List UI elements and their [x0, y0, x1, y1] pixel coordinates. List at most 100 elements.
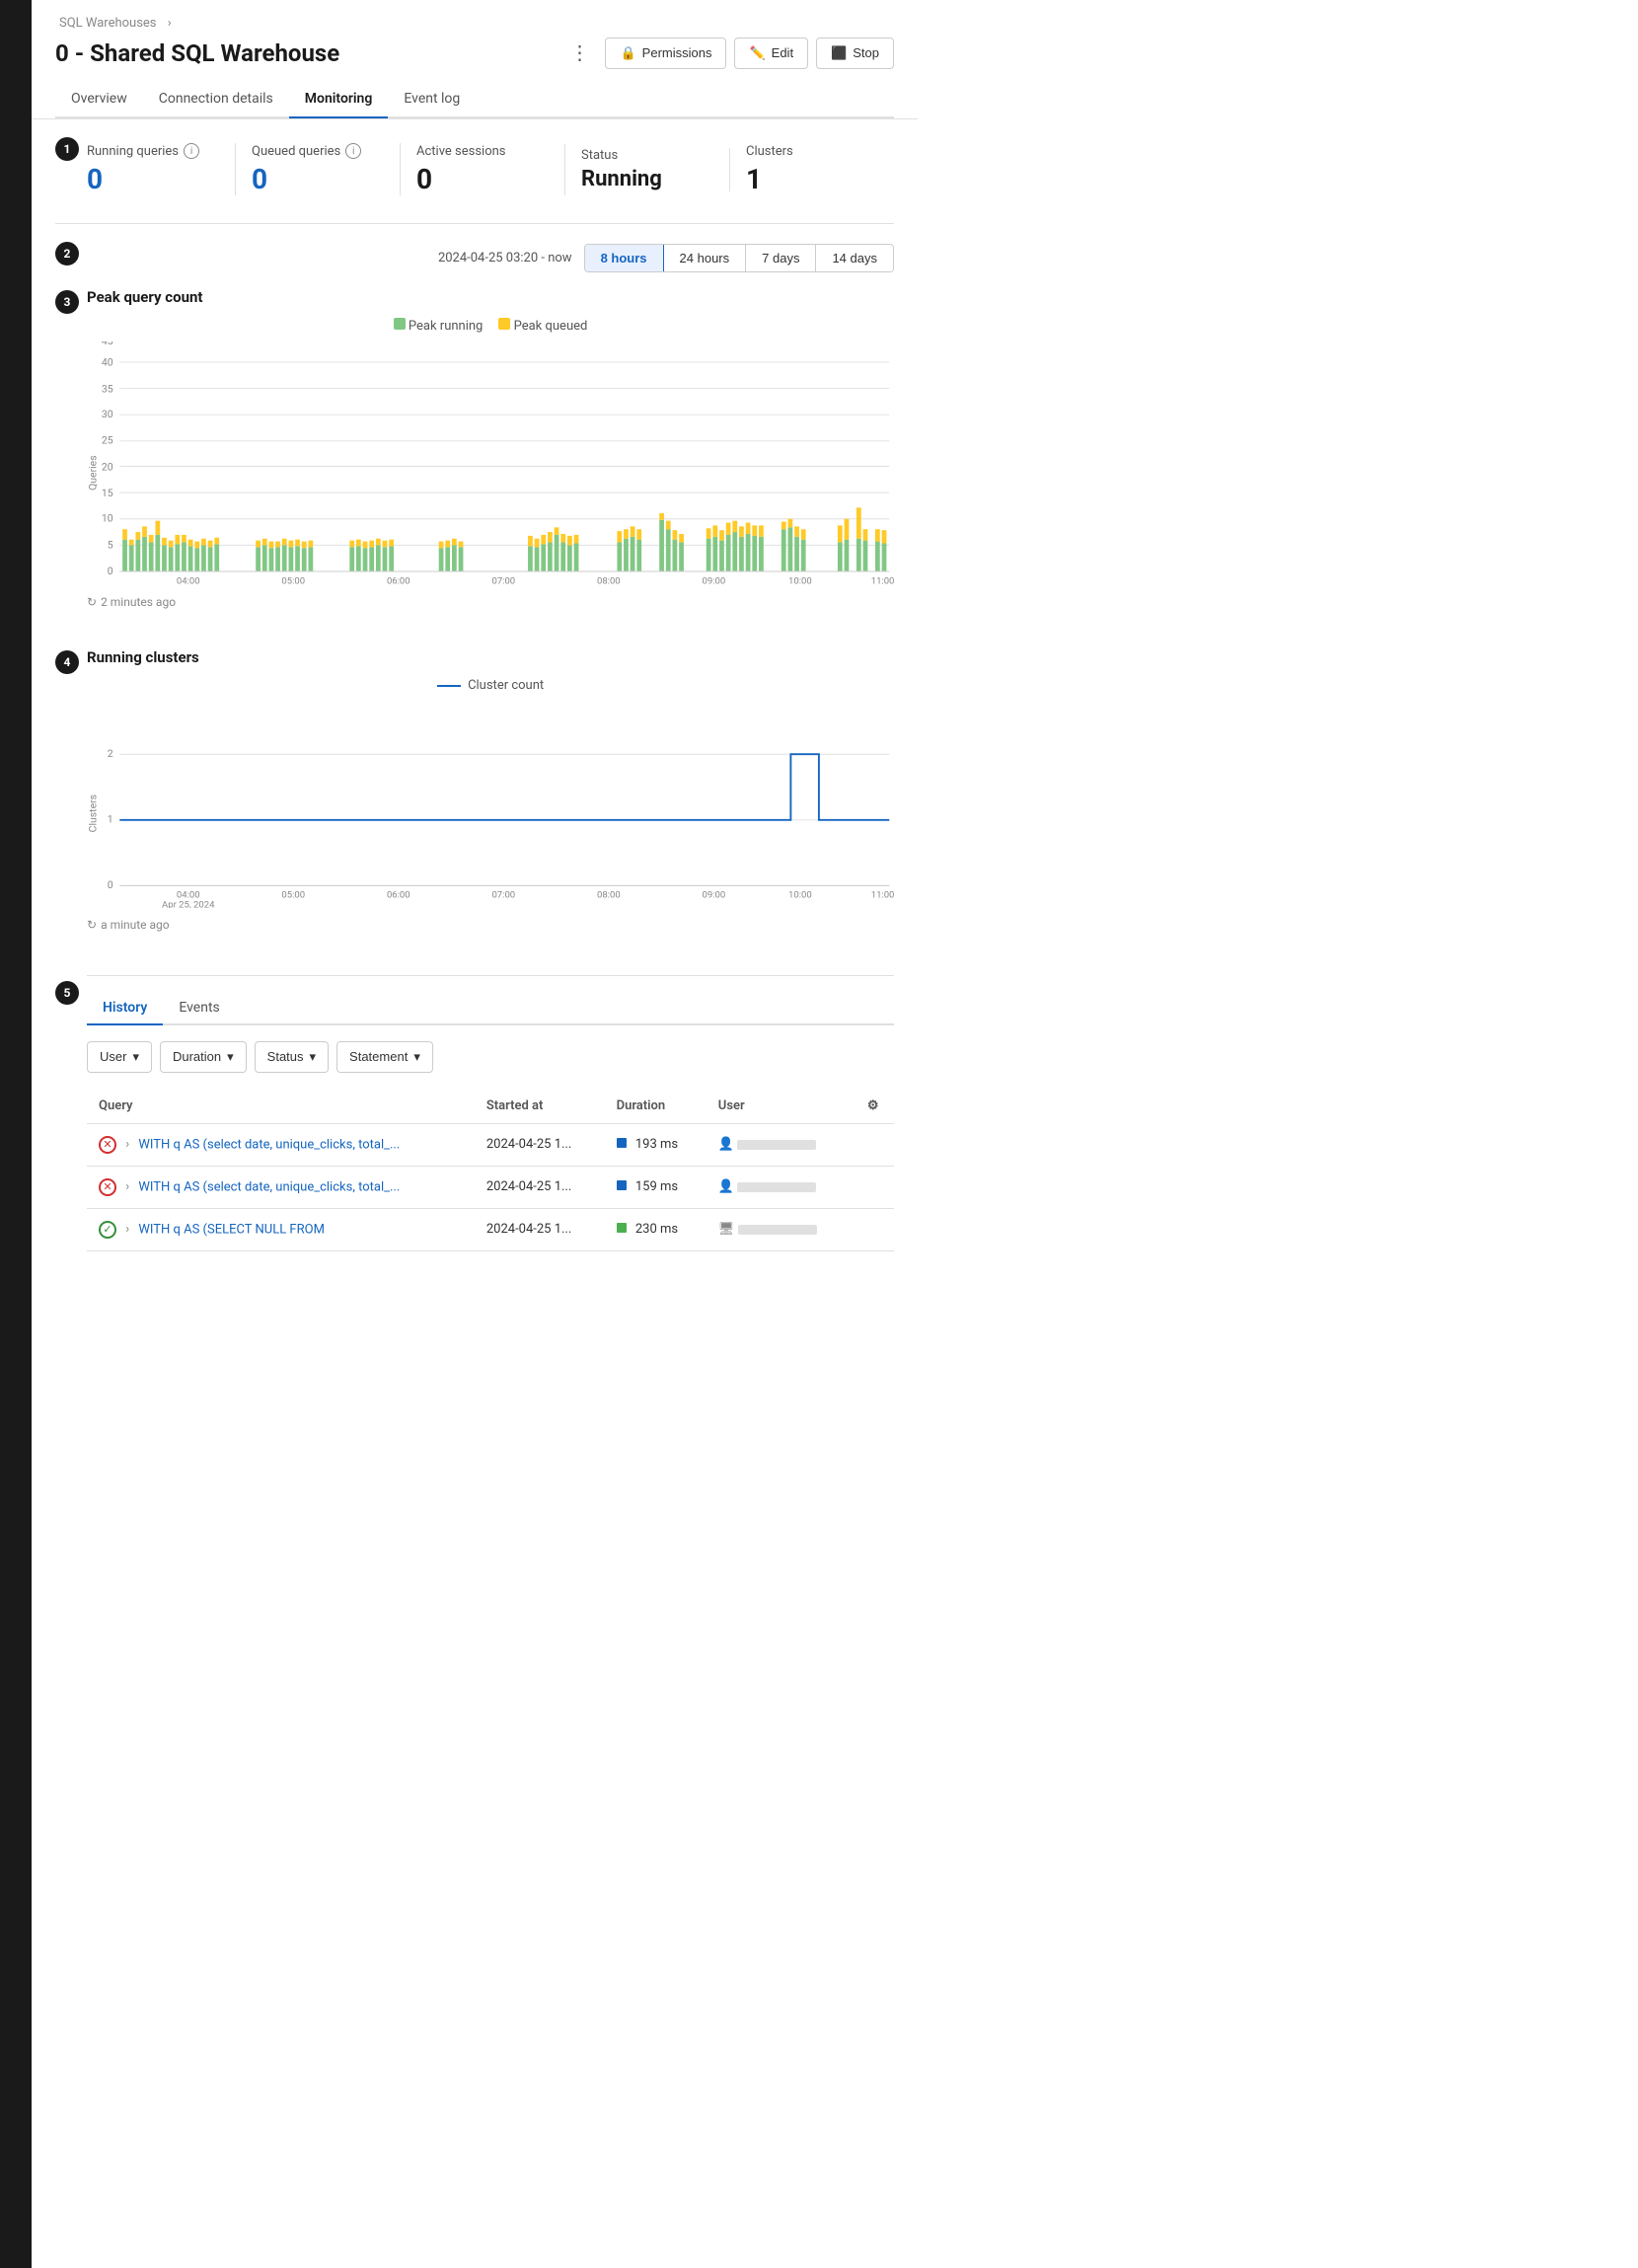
step-badge-5: 5: [55, 981, 79, 1005]
svg-text:05:00: 05:00: [281, 575, 305, 585]
svg-text:25: 25: [102, 434, 113, 447]
tab-monitoring[interactable]: Monitoring: [289, 81, 389, 118]
user-3: 🖥: [707, 1208, 853, 1250]
settings-2: [852, 1166, 894, 1208]
expand-icon-1[interactable]: ›: [125, 1137, 129, 1152]
peak-query-chart-section: Peak query count Peak running Peak queue…: [87, 288, 894, 609]
status-error-icon-2: ✕: [99, 1178, 116, 1196]
svg-text:05:00: 05:00: [281, 890, 305, 901]
query-cell-2[interactable]: ✕ › WITH q AS (select date, unique_click…: [87, 1166, 475, 1208]
expand-icon-2[interactable]: ›: [125, 1179, 129, 1194]
status-success-icon-3: ✓: [99, 1221, 116, 1239]
step-badge-1: 1: [55, 137, 79, 161]
peak-query-svg: 0 5 10 15 20 25 30 35 40 45 Queries: [87, 341, 894, 585]
filter-duration[interactable]: Duration ▾: [160, 1041, 247, 1073]
cluster-count-line: [437, 685, 461, 687]
col-header-user: User: [707, 1089, 853, 1124]
filter-status[interactable]: Status ▾: [255, 1041, 329, 1073]
legend-peak-queued: Peak queued: [498, 318, 587, 334]
col-header-duration: Duration: [605, 1089, 707, 1124]
permissions-label: Permissions: [642, 45, 712, 60]
svg-text:08:00: 08:00: [597, 890, 621, 901]
user-2: 👤: [707, 1166, 853, 1208]
duration-bar-1: [617, 1138, 627, 1148]
col-header-query: Query: [87, 1089, 475, 1124]
expand-icon-3[interactable]: ›: [125, 1222, 129, 1237]
stat-running-queries: Running queries i 0: [87, 143, 236, 195]
breadcrumb-label: SQL Warehouses: [59, 16, 157, 31]
queued-queries-info-icon[interactable]: i: [345, 143, 361, 159]
duration-bar-3: [617, 1223, 627, 1233]
svg-text:10: 10: [102, 512, 113, 525]
duration-value-2: 159 ms: [635, 1179, 678, 1194]
duration-value-1: 193 ms: [635, 1137, 678, 1152]
duration-1: 193 ms: [605, 1123, 707, 1166]
queued-queries-value: 0: [252, 163, 384, 195]
more-button[interactable]: ⋮: [561, 37, 597, 69]
svg-text:07:00: 07:00: [491, 890, 515, 901]
svg-text:1: 1: [108, 813, 113, 826]
clusters-label: Clusters: [746, 144, 793, 159]
peak-query-refresh: ↻ 2 minutes ago: [87, 595, 894, 609]
filter-user-label: User: [100, 1049, 126, 1064]
breadcrumb-arrow: ›: [168, 16, 172, 31]
query-cell-1[interactable]: ✕ › WITH q AS (select date, unique_click…: [87, 1123, 475, 1166]
permissions-button[interactable]: 🔒 Permissions: [605, 38, 726, 69]
stat-queued-queries: Queued queries i 0: [236, 143, 401, 195]
tab-events[interactable]: Events: [163, 992, 235, 1025]
query-text-1[interactable]: WITH q AS (select date, unique_clicks, t…: [138, 1137, 400, 1152]
time-btn-8h[interactable]: 8 hours: [585, 245, 664, 271]
edit-button[interactable]: ✏️ Edit: [734, 38, 808, 69]
time-controls: 2024-04-25 03:20 - now 8 hours 24 hours …: [87, 232, 894, 288]
time-button-group: 8 hours 24 hours 7 days 14 days: [584, 244, 894, 272]
duration-2: 159 ms: [605, 1166, 707, 1208]
edit-label: Edit: [772, 45, 793, 60]
user-avatar-1: 👤: [718, 1137, 734, 1152]
stop-button[interactable]: ⬛ Stop: [816, 38, 894, 69]
svg-text:10:00: 10:00: [788, 890, 812, 901]
time-btn-24h[interactable]: 24 hours: [664, 245, 747, 271]
time-btn-14d[interactable]: 14 days: [816, 245, 893, 271]
table-row: ✓ › WITH q AS (SELECT NULL FROM 2024-04-…: [87, 1208, 894, 1250]
svg-text:11:00: 11:00: [871, 575, 894, 585]
query-cell-3[interactable]: ✓ › WITH q AS (SELECT NULL FROM: [87, 1208, 475, 1250]
time-btn-7d[interactable]: 7 days: [746, 245, 816, 271]
active-sessions-value: 0: [416, 163, 549, 195]
svg-text:11:00: 11:00: [871, 890, 894, 901]
tab-connection-details[interactable]: Connection details: [143, 81, 289, 118]
user-avatar-2: 👤: [718, 1179, 734, 1194]
svg-text:20: 20: [102, 460, 113, 473]
sidebar: [0, 0, 32, 2268]
col-header-settings[interactable]: ⚙: [852, 1089, 894, 1124]
filter-statement[interactable]: Statement ▾: [336, 1041, 433, 1073]
svg-text:Queries: Queries: [87, 455, 100, 491]
peak-queued-label: Peak queued: [514, 319, 588, 334]
svg-text:45: 45: [102, 341, 113, 347]
svg-text:Clusters: Clusters: [87, 794, 100, 832]
running-clusters-refresh: ↻ a minute ago: [87, 918, 894, 932]
peak-query-chart-title: Peak query count: [87, 288, 894, 306]
tab-event-log[interactable]: Event log: [388, 81, 476, 118]
running-clusters-chart-container: 0 1 2 Clusters: [87, 701, 894, 911]
filter-statement-label: Statement: [349, 1049, 408, 1064]
peak-query-legend: Peak running Peak queued: [87, 318, 894, 334]
table-row: ✕ › WITH q AS (select date, unique_click…: [87, 1166, 894, 1208]
svg-text:2: 2: [108, 747, 113, 760]
query-text-3[interactable]: WITH q AS (SELECT NULL FROM: [138, 1222, 325, 1237]
running-clusters-chart-section: Running clusters Cluster count 0 1: [87, 648, 894, 931]
stop-icon: ⬛: [831, 45, 847, 61]
status-error-icon-1: ✕: [99, 1136, 116, 1154]
tab-history[interactable]: History: [87, 992, 163, 1025]
filter-user[interactable]: User ▾: [87, 1041, 152, 1073]
running-queries-info-icon[interactable]: i: [184, 143, 199, 159]
queued-queries-label: Queued queries: [252, 144, 340, 159]
query-text-2[interactable]: WITH q AS (select date, unique_clicks, t…: [138, 1179, 400, 1194]
breadcrumb[interactable]: SQL Warehouses ›: [55, 16, 894, 31]
filter-status-label: Status: [267, 1049, 304, 1064]
running-queries-value: 0: [87, 163, 219, 195]
tab-overview[interactable]: Overview: [55, 81, 143, 118]
stat-active-sessions: Active sessions 0: [401, 144, 565, 195]
settings-3: [852, 1208, 894, 1250]
stat-clusters: Clusters 1: [730, 144, 894, 195]
page-header: SQL Warehouses › 0 - Shared SQL Warehous…: [32, 0, 918, 119]
